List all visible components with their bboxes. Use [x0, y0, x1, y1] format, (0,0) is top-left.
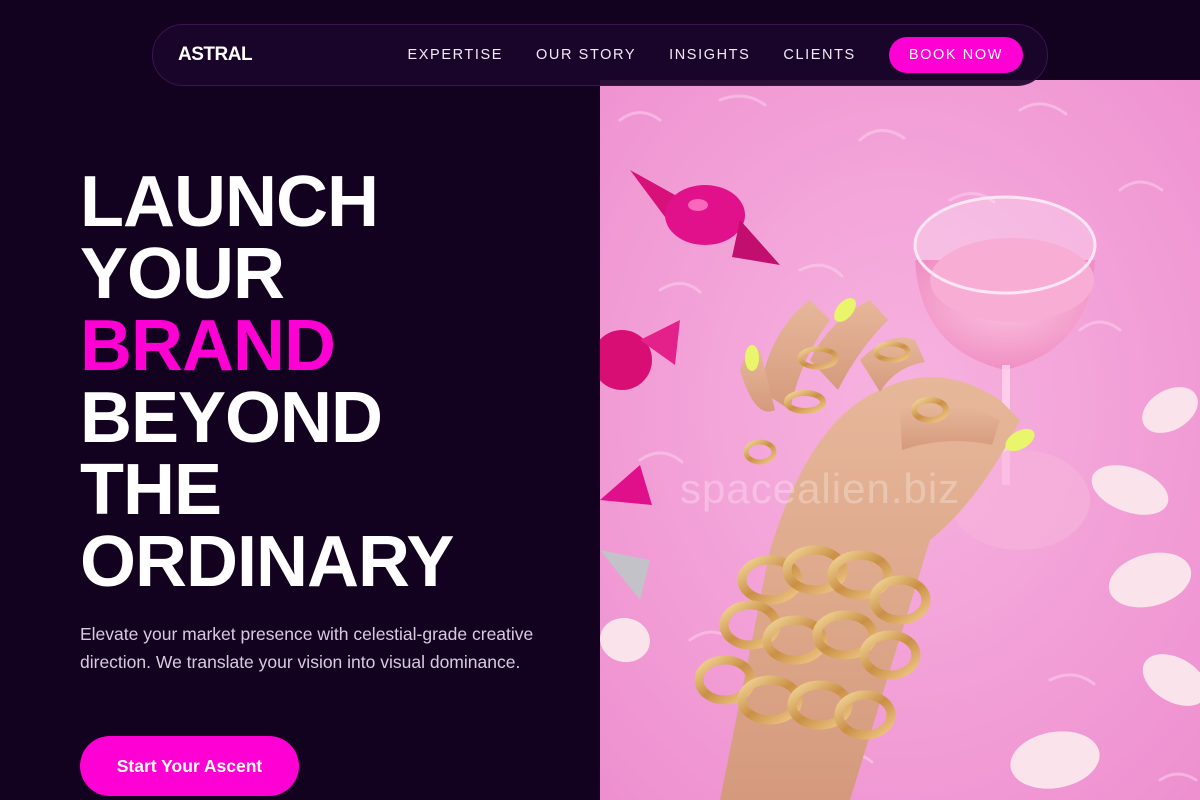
headline-line: LAUNCH [80, 162, 379, 242]
headline-line: BEYOND [80, 378, 383, 458]
headline-line: THE [80, 450, 222, 530]
hero-photo-illustration [600, 80, 1200, 800]
hero-image: spacealien.biz [600, 80, 1200, 800]
nav-link-insights[interactable]: INSIGHTS [669, 47, 750, 63]
nav-link-expertise[interactable]: EXPERTISE [408, 47, 504, 63]
headline-highlight: BRAND [80, 306, 336, 386]
brand-logo[interactable]: ASTRAL [178, 44, 253, 66]
hero-headline: LAUNCH YOUR BRAND BEYOND THE ORDINARY [80, 162, 454, 602]
nav-links: EXPERTISE OUR STORY INSIGHTS CLIENTS BOO… [408, 37, 1023, 73]
nav-link-our-story[interactable]: OUR STORY [536, 47, 636, 63]
image-watermark: spacealien.biz [680, 465, 961, 512]
hero-subtext: Elevate your market presence with celest… [80, 624, 534, 672]
start-ascent-button[interactable]: Start Your Ascent [80, 736, 299, 796]
page: ASTRAL EXPERTISE OUR STORY INSIGHTS CLIE… [0, 0, 1200, 800]
nav-link-clients[interactable]: CLIENTS [783, 47, 855, 63]
book-now-button[interactable]: BOOK NOW [888, 37, 1023, 73]
headline-line: ORDINARY [80, 522, 454, 602]
headline-line: YOUR [80, 234, 285, 314]
top-navbar: ASTRAL EXPERTISE OUR STORY INSIGHTS CLIE… [152, 24, 1048, 86]
